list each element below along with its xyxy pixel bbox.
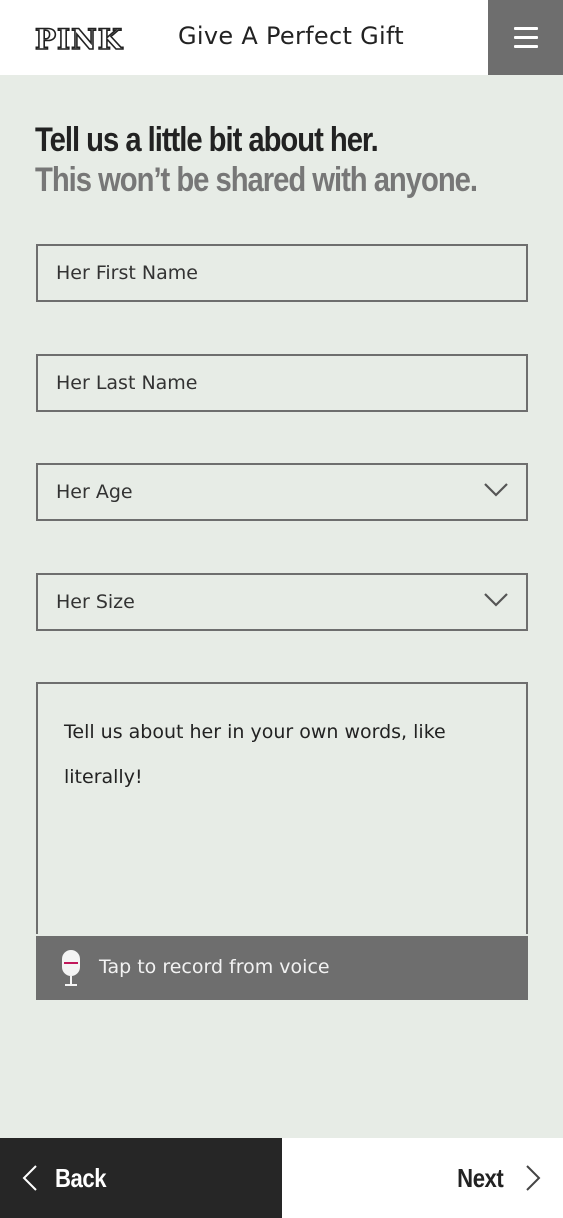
header: PINK Give A Perfect Gift xyxy=(0,0,563,75)
chevron-down-icon xyxy=(484,483,508,497)
last-name-field xyxy=(36,354,528,412)
description-placeholder: Tell us about her in your own words, lik… xyxy=(64,721,446,788)
back-label: Back xyxy=(55,1163,107,1193)
next-button[interactable]: Next xyxy=(282,1138,563,1218)
back-button[interactable]: Back xyxy=(0,1138,282,1218)
intro-subtitle: This won’t be shared with anyone. xyxy=(35,161,478,199)
size-select[interactable]: Her Size xyxy=(36,573,528,631)
first-name-field xyxy=(36,244,528,302)
intro-title: Tell us a little bit about her. xyxy=(35,121,379,159)
record-voice-label: Tap to record from voice xyxy=(99,956,330,978)
microphone-icon xyxy=(62,950,80,986)
chevron-down-icon xyxy=(484,593,508,607)
chevron-left-icon xyxy=(22,1165,37,1191)
hamburger-icon xyxy=(513,26,538,50)
size-select-value: Her Size xyxy=(56,591,135,613)
pink-logo[interactable]: PINK xyxy=(34,22,123,58)
description-textarea[interactable]: Tell us about her in your own words, lik… xyxy=(36,682,528,934)
chevron-right-icon xyxy=(526,1165,541,1191)
next-label: Next xyxy=(456,1163,504,1193)
intro-heading: Tell us a little bit about her. This won… xyxy=(35,120,478,200)
page-title: Give A Perfect Gift xyxy=(178,22,405,50)
age-select[interactable]: Her Age xyxy=(36,463,528,521)
first-name-input[interactable] xyxy=(38,246,526,300)
record-voice-button[interactable]: Tap to record from voice xyxy=(36,936,528,1000)
menu-button[interactable] xyxy=(488,0,563,75)
last-name-input[interactable] xyxy=(38,356,526,410)
age-select-value: Her Age xyxy=(56,481,133,503)
